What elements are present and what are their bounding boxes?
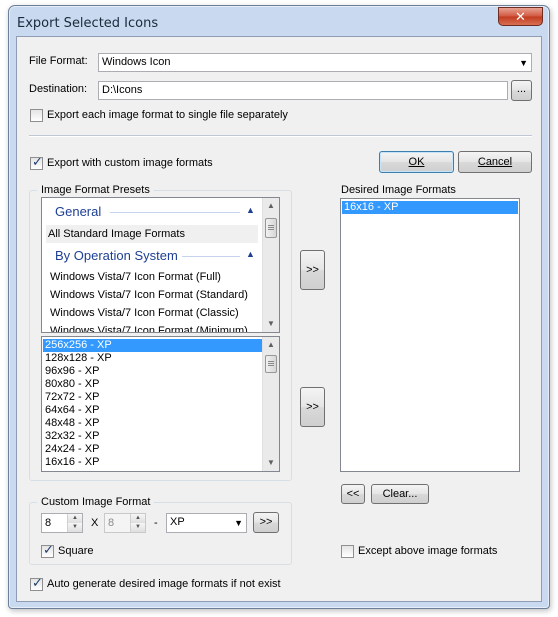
height-stepper[interactable]: 8 ▲ ▼ <box>104 513 146 533</box>
scroll-down-icon[interactable]: ▼ <box>263 316 279 332</box>
export-custom-label: Export with custom image formats <box>47 157 213 169</box>
preset-item[interactable]: Windows Vista/7 Icon Format (Full) <box>48 268 262 286</box>
desired-title: Desired Image Formats <box>341 184 456 196</box>
square-label: Square <box>58 545 94 557</box>
scroll-thumb[interactable] <box>265 218 277 238</box>
ok-button-label: OK <box>408 156 425 168</box>
ok-button[interactable]: OK <box>379 151 454 173</box>
destination-value: D:\Icons <box>102 84 143 96</box>
except-above-label: Except above image formats <box>358 545 498 557</box>
title-bar[interactable]: Export Selected Icons ✕ <box>9 6 549 36</box>
remove-button[interactable]: << <box>341 484 365 504</box>
close-button[interactable]: ✕ <box>498 7 543 26</box>
preset-item[interactable]: All Standard Image Formats <box>46 225 258 243</box>
add-size-button[interactable]: >> <box>300 387 325 427</box>
chevron-down-icon: ▼ <box>519 58 528 68</box>
spin-down-icon[interactable]: ▼ <box>131 523 145 532</box>
scroll-thumb[interactable] <box>265 355 277 373</box>
group-header-line <box>182 256 240 257</box>
sizes-list[interactable]: 256x256 - XP 128x128 - XP 96x96 - XP 80x80 … <box>41 336 280 472</box>
list-item[interactable]: 256x256 - XP <box>43 339 262 352</box>
close-icon: ✕ <box>515 9 526 24</box>
export-custom-checkbox[interactable] <box>30 155 43 170</box>
file-format-label: File Format: <box>29 55 88 67</box>
color-mode-value: XP <box>170 516 185 528</box>
stepper-buttons: ▲ ▼ <box>130 514 145 532</box>
height-value: 8 <box>108 517 115 529</box>
square-checkbox[interactable] <box>41 543 54 558</box>
list-item[interactable]: 16x16 - XP <box>342 201 518 214</box>
scroll-up-icon[interactable]: ▲ <box>263 337 279 353</box>
spin-down-icon[interactable]: ▼ <box>68 523 82 532</box>
width-value: 8 <box>45 517 52 529</box>
collapse-icon[interactable]: ▲ <box>246 249 255 259</box>
spin-up-icon[interactable]: ▲ <box>131 514 145 523</box>
group-header-line <box>110 212 240 213</box>
file-format-value: Windows Icon <box>102 56 171 68</box>
destination-input[interactable]: D:\Icons <box>98 81 508 100</box>
custom-format-title: Custom Image Format <box>37 496 155 508</box>
cancel-button-label: Cancel <box>477 156 513 168</box>
list-item[interactable]: 128x128 - XP <box>43 352 262 365</box>
auto-generate-label: Auto generate desired image formats if n… <box>47 578 281 590</box>
scroll-up-icon[interactable]: ▲ <box>263 198 279 214</box>
preset-item[interactable]: Windows Vista/7 Icon Format (Classic) <box>48 304 262 322</box>
list-item[interactable]: 32x32 - XP <box>43 430 262 443</box>
chevron-down-icon: ▼ <box>234 518 243 528</box>
dash-label: - <box>154 517 158 529</box>
list-item[interactable]: 16x16 - XP <box>43 456 262 469</box>
group-header-general[interactable]: General <box>55 204 101 219</box>
dialog-client-area: File Format: Windows Icon ▼ Destination:… <box>16 36 542 602</box>
desired-list[interactable]: 16x16 - XP <box>340 198 520 472</box>
list-item[interactable]: 24x24 - XP <box>43 443 262 456</box>
width-stepper[interactable]: 8 ▲ ▼ <box>41 513 83 533</box>
presets-title: Image Format Presets <box>37 184 154 196</box>
export-separately-checkbox[interactable] <box>30 109 43 122</box>
spin-up-icon[interactable]: ▲ <box>68 514 82 523</box>
collapse-icon[interactable]: ▲ <box>246 205 255 215</box>
list-item[interactable]: 80x80 - XP <box>43 378 262 391</box>
except-above-checkbox[interactable] <box>341 545 354 558</box>
auto-generate-checkbox[interactable] <box>30 576 43 591</box>
times-label: X <box>91 517 99 529</box>
scroll-down-icon[interactable]: ▼ <box>263 455 279 471</box>
destination-label: Destination: <box>29 83 88 95</box>
preset-item[interactable]: Windows Vista/7 Icon Format (Standard) <box>48 286 262 304</box>
file-format-select[interactable]: Windows Icon ▼ <box>98 53 532 72</box>
export-dialog: Export Selected Icons ✕ File Format: Win… <box>8 5 550 609</box>
stepper-buttons: ▲ ▼ <box>67 514 82 532</box>
separator <box>29 135 532 137</box>
color-mode-select[interactable]: XP ▼ <box>166 513 247 533</box>
browse-button[interactable]: ... <box>511 80 532 101</box>
list-item[interactable]: 96x96 - XP <box>43 365 262 378</box>
sizes-scrollbar[interactable]: ▲ ▼ <box>262 337 279 471</box>
preset-item[interactable]: Windows Vista/7 Icon Format (Minimum) <box>48 322 262 332</box>
add-custom-button[interactable]: >> <box>253 512 279 533</box>
cancel-button[interactable]: Cancel <box>458 151 532 173</box>
list-item[interactable]: 64x64 - XP <box>43 404 262 417</box>
add-preset-button[interactable]: >> <box>300 250 325 290</box>
presets-list[interactable]: General ▲ All Standard Image Formats By … <box>41 197 280 333</box>
list-item[interactable]: 72x72 - XP <box>43 391 262 404</box>
group-header-os[interactable]: By Operation System <box>55 248 178 263</box>
export-separately-label: Export each image format to single file … <box>47 109 288 121</box>
presets-scrollbar[interactable]: ▲ ▼ <box>262 198 279 332</box>
list-item[interactable]: 48x48 - XP <box>43 417 262 430</box>
window-title: Export Selected Icons <box>17 16 159 31</box>
clear-button[interactable]: Clear... <box>371 484 429 504</box>
